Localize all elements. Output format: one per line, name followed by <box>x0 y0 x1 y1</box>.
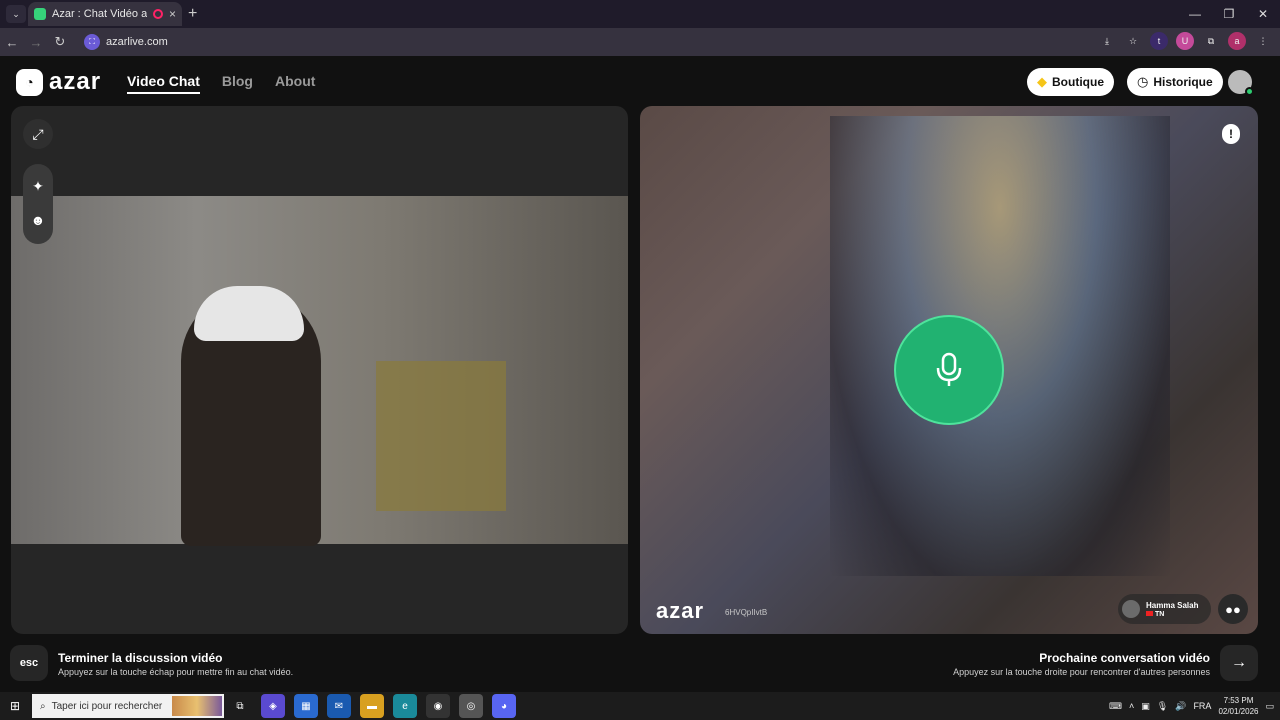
notifications-icon[interactable]: ▭ <box>1265 701 1274 712</box>
chat-icon[interactable]: ●● <box>1218 594 1248 624</box>
task-view-icon[interactable]: ⧉ <box>228 694 252 718</box>
tab-title: Azar : Chat Vidéo avec de n <box>52 8 147 20</box>
browser-tab[interactable]: Azar : Chat Vidéo avec de n × <box>28 2 182 26</box>
report-icon[interactable]: ! <box>1222 124 1240 144</box>
windows-taskbar: ⊞ ⌕ Taper ici pour rechercher ⧉ ◈ ▦ ✉ ▬ … <box>0 692 1280 720</box>
taskbar-apps: ⧉ ◈ ▦ ✉ ▬ e ◉ ◎ ◕ <box>228 694 516 718</box>
nav-about[interactable]: About <box>275 73 315 94</box>
tab-search-button[interactable]: ⌄ <box>6 5 26 23</box>
install-app-icon[interactable]: ⤓ <box>1098 32 1116 50</box>
volume-icon[interactable]: 🔊 <box>1175 701 1186 712</box>
azar-app: ◔ azar Video Chat Blog About ◆ Boutique … <box>0 56 1280 692</box>
new-tab-button[interactable]: + <box>188 5 197 23</box>
diamond-icon: ◆ <box>1037 74 1047 89</box>
historique-button[interactable]: ◷ Historique <box>1127 68 1223 96</box>
azar-favicon-icon <box>34 8 46 20</box>
back-icon[interactable]: ← <box>0 35 24 50</box>
self-video-pane: ⤢ ✦ ☻ <box>11 106 628 634</box>
profile-icon[interactable]: a <box>1228 32 1246 50</box>
search-icon: ⌕ <box>40 700 46 712</box>
peer-name: Hamma Salah <box>1146 600 1199 610</box>
edge-icon[interactable]: e <box>393 694 417 718</box>
address-bar-row: ← → ↻ ⛶ azarlive.com ⤓ ☆ t U ⧉ a ⋮ <box>0 28 1280 56</box>
clock[interactable]: 7:53 PM 02/01/2026 <box>1218 695 1258 717</box>
self-camera-feed <box>11 196 628 546</box>
window-controls: — ❐ ✕ <box>1178 0 1280 28</box>
session-id: 6HVQpIIvtB <box>725 608 768 617</box>
mail-icon[interactable]: ✉ <box>327 694 351 718</box>
extensions-puzzle-icon[interactable]: ⧉ <box>1202 32 1220 50</box>
sparkle-icon[interactable]: ✦ <box>23 171 53 201</box>
nav-video-chat[interactable]: Video Chat <box>127 73 200 94</box>
tunisia-flag-icon <box>1146 610 1153 616</box>
history-clock-icon: ◷ <box>1137 74 1149 89</box>
microphone-tray-icon[interactable]: 🎙 <box>1157 701 1168 712</box>
discord-icon[interactable]: ◕ <box>492 694 516 718</box>
bottom-bar: esc Terminer la discussion vidéo Appuyez… <box>0 640 1280 686</box>
esc-key-button[interactable]: esc <box>10 645 48 681</box>
keyboard-icon[interactable]: ⌨ <box>1109 701 1122 712</box>
face-filter-icon[interactable]: ☻ <box>23 205 53 235</box>
url-text: azarlive.com <box>106 36 168 48</box>
bookmark-star-icon[interactable]: ☆ <box>1124 32 1142 50</box>
extension-t-icon[interactable]: t <box>1150 32 1168 50</box>
extension-u-icon[interactable]: U <box>1176 32 1194 50</box>
online-status-icon <box>1245 87 1254 96</box>
top-navigation: Video Chat Blog About <box>127 73 315 94</box>
peer-country: TN <box>1155 610 1165 618</box>
close-window-button[interactable]: ✕ <box>1246 0 1280 28</box>
windows-start-icon[interactable]: ⊞ <box>0 699 30 713</box>
next-chat-subtitle: Appuyez sur la touche droite pour rencon… <box>953 667 1210 677</box>
network-icon[interactable]: ▣ <box>1141 701 1150 712</box>
chrome-icon[interactable]: ◎ <box>459 694 483 718</box>
clock-time: 7:53 PM <box>1223 696 1254 705</box>
tab-close-button[interactable]: × <box>169 7 176 21</box>
menu-kebab-icon[interactable]: ⋮ <box>1254 32 1272 50</box>
search-highlight-image <box>172 696 222 716</box>
omnibox[interactable]: ⛶ azarlive.com <box>80 31 1140 53</box>
end-chat-title: Terminer la discussion vidéo <box>58 651 223 665</box>
peer-info[interactable]: Hamma Salah TN <box>1118 594 1211 624</box>
browser-tab-strip: ⌄ Azar : Chat Vidéo avec de n × + — ❐ ✕ <box>0 0 1280 28</box>
mic-icon <box>936 352 962 386</box>
mic-button[interactable] <box>894 315 1004 425</box>
copilot-icon[interactable]: ◈ <box>261 694 285 718</box>
next-chat-title: Prochaine conversation vidéo <box>1039 651 1210 665</box>
boutique-label: Boutique <box>1052 75 1104 89</box>
background-object <box>376 361 506 511</box>
end-chat-subtitle: Appuyez sur la touche échap pour mettre … <box>58 667 294 677</box>
blurred-remote-feed <box>830 116 1170 576</box>
recorder-icon[interactable]: ◉ <box>426 694 450 718</box>
boutique-button[interactable]: ◆ Boutique <box>1027 68 1114 96</box>
forward-icon[interactable]: → <box>24 35 48 50</box>
clock-date: 02/01/2026 <box>1218 707 1259 716</box>
extensions-area: ⤓ ☆ t U ⧉ a ⋮ <box>1098 32 1272 50</box>
azar-logo[interactable]: ◔ azar <box>16 68 101 96</box>
azar-watermark: azar <box>656 598 705 623</box>
arrow-right-icon[interactable]: → <box>1220 645 1258 681</box>
minimize-button[interactable]: — <box>1178 0 1212 28</box>
peer-avatar <box>1122 600 1140 618</box>
site-info-icon[interactable]: ⛶ <box>84 34 100 50</box>
chevron-up-icon[interactable]: ˄ <box>1129 701 1134 711</box>
white-cap <box>194 286 304 341</box>
reload-icon[interactable]: ↻ <box>48 34 72 50</box>
store-icon[interactable]: ▦ <box>294 694 318 718</box>
historique-label: Historique <box>1153 75 1213 89</box>
remote-video-pane: ! azar 6HVQpIIvtB Hamma Salah TN ●● <box>640 106 1258 634</box>
search-placeholder: Taper ici pour rechercher <box>51 700 163 712</box>
expand-icon[interactable]: ⤢ <box>23 119 53 149</box>
restore-button[interactable]: ❐ <box>1212 0 1246 28</box>
azar-logo-text: azar <box>49 68 102 95</box>
system-tray: ⌨ ˄ ▣ 🎙 🔊 FRA 7:53 PM 02/01/2026 ▭ <box>1109 692 1274 720</box>
azar-logo-mark-icon: ◔ <box>16 68 43 96</box>
nav-blog[interactable]: Blog <box>222 73 253 94</box>
taskbar-search[interactable]: ⌕ Taper ici pour rechercher <box>32 694 224 718</box>
recording-indicator-icon <box>152 9 163 19</box>
file-explorer-icon[interactable]: ▬ <box>360 694 384 718</box>
language-indicator[interactable]: FRA <box>1193 701 1211 711</box>
user-avatar[interactable] <box>1228 70 1254 96</box>
